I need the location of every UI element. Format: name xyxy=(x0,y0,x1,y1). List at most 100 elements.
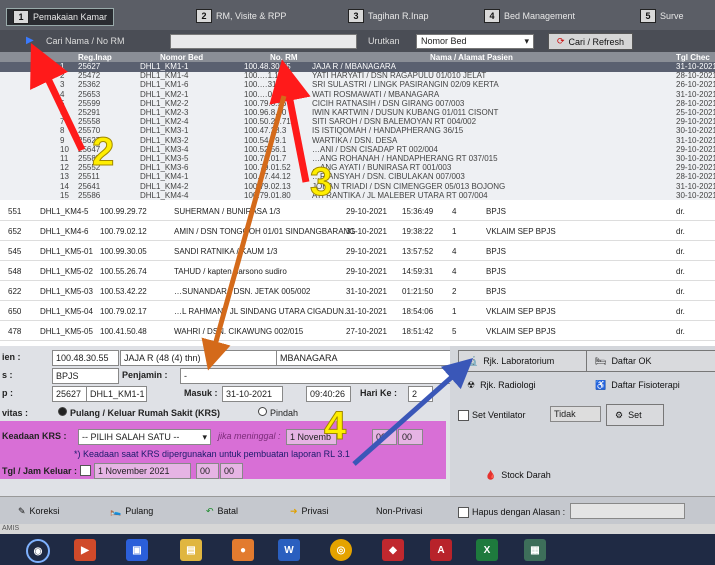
table-row[interactable]: 551 DHL1_KM4-5 100.99.29.72 SUHERMAN / BUNI… xyxy=(0,202,715,221)
table-cell: 545 xyxy=(8,247,22,256)
privacy-icon: ➜ xyxy=(290,505,298,516)
ventilator-select[interactable]: Tidak xyxy=(550,406,601,422)
pulang-button[interactable]: 🛌 Pulang xyxy=(110,501,153,521)
row-index: 4 xyxy=(60,89,65,99)
row-index: 13 xyxy=(60,172,69,182)
koreksi-button[interactable]: ✎ Koreksi xyxy=(18,501,60,521)
keadaan-label: Keadaan KRS : xyxy=(2,431,67,441)
table-cell: 31-10-2021 xyxy=(676,89,715,99)
refresh-label: Cari / Refresh xyxy=(568,36,625,47)
jenis-field[interactable]: BPJS xyxy=(52,368,119,384)
bed-list-grid-lower[interactable]: 551 DHL1_KM4-5 100.99.29.72 SUHERMAN / BUNI… xyxy=(0,200,715,346)
camera-icon[interactable]: ▣ xyxy=(126,539,148,561)
tgl-keluar-field[interactable]: 1 November 2021 xyxy=(94,463,191,479)
daftar-fisioterapi-button[interactable]: ♿ Daftar Fisioterapi xyxy=(586,374,715,396)
table-cell: 4 xyxy=(452,267,457,276)
word-icon[interactable]: W xyxy=(278,539,300,561)
table-cell: SUHERMAN / BUNIRASA 1/3 xyxy=(174,207,281,216)
table-cell: 100.…31 xyxy=(244,80,277,90)
start-icon[interactable]: ◉ xyxy=(26,539,50,563)
masuk-time-field[interactable]: 09:40:26 xyxy=(306,386,351,402)
table-row[interactable]: 15 25586 DHL1_KM4-4 100.79.01.80 ATI RANTIKA… xyxy=(0,191,715,200)
privasi-button[interactable]: ➜ Privasi xyxy=(290,501,329,521)
masuk-date-field[interactable]: 31-10-2021 xyxy=(222,386,283,402)
ventilator-label: Set Ventilator xyxy=(472,410,526,420)
action-panel: 🔬 Rjk. Laboratorium 🛏 Daftar OK ☢ Rjk. R… xyxy=(450,346,715,496)
tab-rm-visite[interactable]: 2 RM, Visite & RPP xyxy=(196,8,286,24)
no-rm-field[interactable]: 100.48.30.55 xyxy=(52,350,119,366)
patient-address-field[interactable]: MBANAGARA xyxy=(276,350,451,366)
row-index: 9 xyxy=(60,135,65,145)
keadaan-select[interactable]: -- PILIH SALAH SATU -- ▾ xyxy=(78,429,211,445)
table-cell: DHL1_KM5-03 xyxy=(40,287,93,296)
table-cell: 25291 xyxy=(78,108,101,117)
stock-darah-button[interactable]: 🩸 Stock Darah xyxy=(476,464,574,486)
tgl-keluar-checkbox[interactable] xyxy=(80,465,91,476)
tab-survey[interactable]: 5 Surve xyxy=(640,8,684,24)
rujuk-lab-button[interactable]: 🔬 Rjk. Laboratorium xyxy=(458,350,588,372)
radio-pindah-label: Pindah xyxy=(270,408,299,418)
non-privasi-button[interactable]: Non-Privasi xyxy=(376,501,423,521)
table-cell: 01:21:50 xyxy=(402,287,434,296)
file-explorer-icon[interactable]: ▤ xyxy=(180,539,202,561)
reg-field[interactable]: 25627 xyxy=(52,386,87,402)
annotation-label-2: 2 xyxy=(91,130,115,175)
table-cell: SITI SAROH / DSN BALEMOYAN RT 004/002 xyxy=(312,117,477,127)
table-cell: 14:59:31 xyxy=(402,267,434,276)
penjamin-field[interactable]: - xyxy=(180,368,451,384)
photos-icon[interactable]: ● xyxy=(232,539,254,561)
col-reg-inap: Reg.Inap xyxy=(78,53,112,62)
table-cell: 100.…0 xyxy=(244,89,273,99)
rujuk-radiologi-button[interactable]: ☢ Rjk. Radiologi xyxy=(458,374,588,396)
daftar-ok-button[interactable]: 🛏 Daftar OK xyxy=(586,350,715,372)
table-cell: 100.96.8.20 xyxy=(244,108,287,117)
table-row[interactable]: 652 DHL1_KM4-6 100.79.02.12 AMIN / DSN TONG… xyxy=(0,222,715,241)
search-input[interactable] xyxy=(170,34,357,49)
meninggal-minute[interactable]: 00 xyxy=(398,429,423,445)
table-row[interactable]: 478 DHL1_KM5-05 100.41.50.48 WAHRI / DSN. C… xyxy=(0,322,715,341)
table-row[interactable]: 548 DHL1_KM5-02 100.55.26.74 TAHUD / kapten… xyxy=(0,262,715,281)
app-icon[interactable]: ▦ xyxy=(524,539,546,561)
hapus-checkbox[interactable] xyxy=(458,507,469,518)
table-cell: …ANG AYATI / BUNIRASA RT 001/003 xyxy=(312,163,452,173)
table-cell: 13:57:52 xyxy=(402,247,434,256)
table-cell: 30-10-2021 xyxy=(676,154,715,163)
ventilator-checkbox[interactable] xyxy=(458,410,469,421)
table-cell: dr. xyxy=(676,207,685,216)
media-player-icon[interactable]: ▶ xyxy=(74,539,96,561)
table-cell: 100.…1.14 xyxy=(244,71,284,81)
set-ventilator-button[interactable]: ⚙ Set xyxy=(606,404,664,426)
anydesk-icon[interactable]: ◆ xyxy=(382,539,404,561)
jam-keluar-minute[interactable]: 00 xyxy=(220,463,243,479)
hapus-reason-input[interactable] xyxy=(570,503,685,519)
radio-pulang[interactable] xyxy=(58,407,67,416)
table-row[interactable]: 622 DHL1_KM5-03 100.53.42.22 …SUNANDAR / DS… xyxy=(0,282,715,301)
table-cell: BPJS xyxy=(486,267,507,276)
pdf-icon[interactable]: A xyxy=(430,539,452,561)
table-cell: 5 xyxy=(452,327,457,336)
excel-icon[interactable]: X xyxy=(476,539,498,561)
table-cell: dr. xyxy=(676,227,685,236)
table-cell: JOHAN TRIADI / DSN CIMENGGER 05/013 BOJO… xyxy=(312,181,506,191)
tab-bed-management[interactable]: 4 Bed Management xyxy=(484,8,575,24)
hari-ke-field[interactable]: 2 xyxy=(408,386,433,402)
table-cell: 29-10-2021 xyxy=(676,117,715,127)
table-row[interactable]: 545 DHL1_KM5-01 100.99.30.05 SANDI RATNIKA … xyxy=(0,242,715,261)
table-cell: 4 xyxy=(452,207,457,216)
patient-name-field[interactable]: JAJA R (48 (4) thn) xyxy=(120,350,277,366)
batal-button[interactable]: ↶ Batal xyxy=(206,501,238,521)
chrome-icon[interactable]: ◎ xyxy=(330,539,352,561)
bed-list-grid[interactable]: Reg.Inap Nomor Bed No. RM Nama / Alamat … xyxy=(0,52,715,200)
jam-keluar-hour[interactable]: 00 xyxy=(196,463,219,479)
sort-select[interactable]: Nomor Bed ▾ xyxy=(416,34,534,49)
radio-pindah[interactable] xyxy=(258,407,267,416)
refresh-button[interactable]: ⟳ Cari / Refresh xyxy=(548,33,634,50)
chevron-down-icon: ▾ xyxy=(202,432,207,442)
meninggal-hour[interactable]: 00 xyxy=(372,429,397,445)
table-row[interactable]: 650 DHL1_KM5-04 100.79.02.17 …L RAHMAN / JL… xyxy=(0,302,715,321)
bed-field[interactable]: DHL1_KM1-1 xyxy=(86,386,147,402)
sort-value: Nomor Bed xyxy=(421,36,467,46)
tab-tagihan[interactable]: 3 Tagihan R.Inap xyxy=(348,8,429,24)
table-cell: 4 xyxy=(452,247,457,256)
tab-pemakaian-kamar[interactable]: 1 Pemakaian Kamar xyxy=(6,8,115,26)
